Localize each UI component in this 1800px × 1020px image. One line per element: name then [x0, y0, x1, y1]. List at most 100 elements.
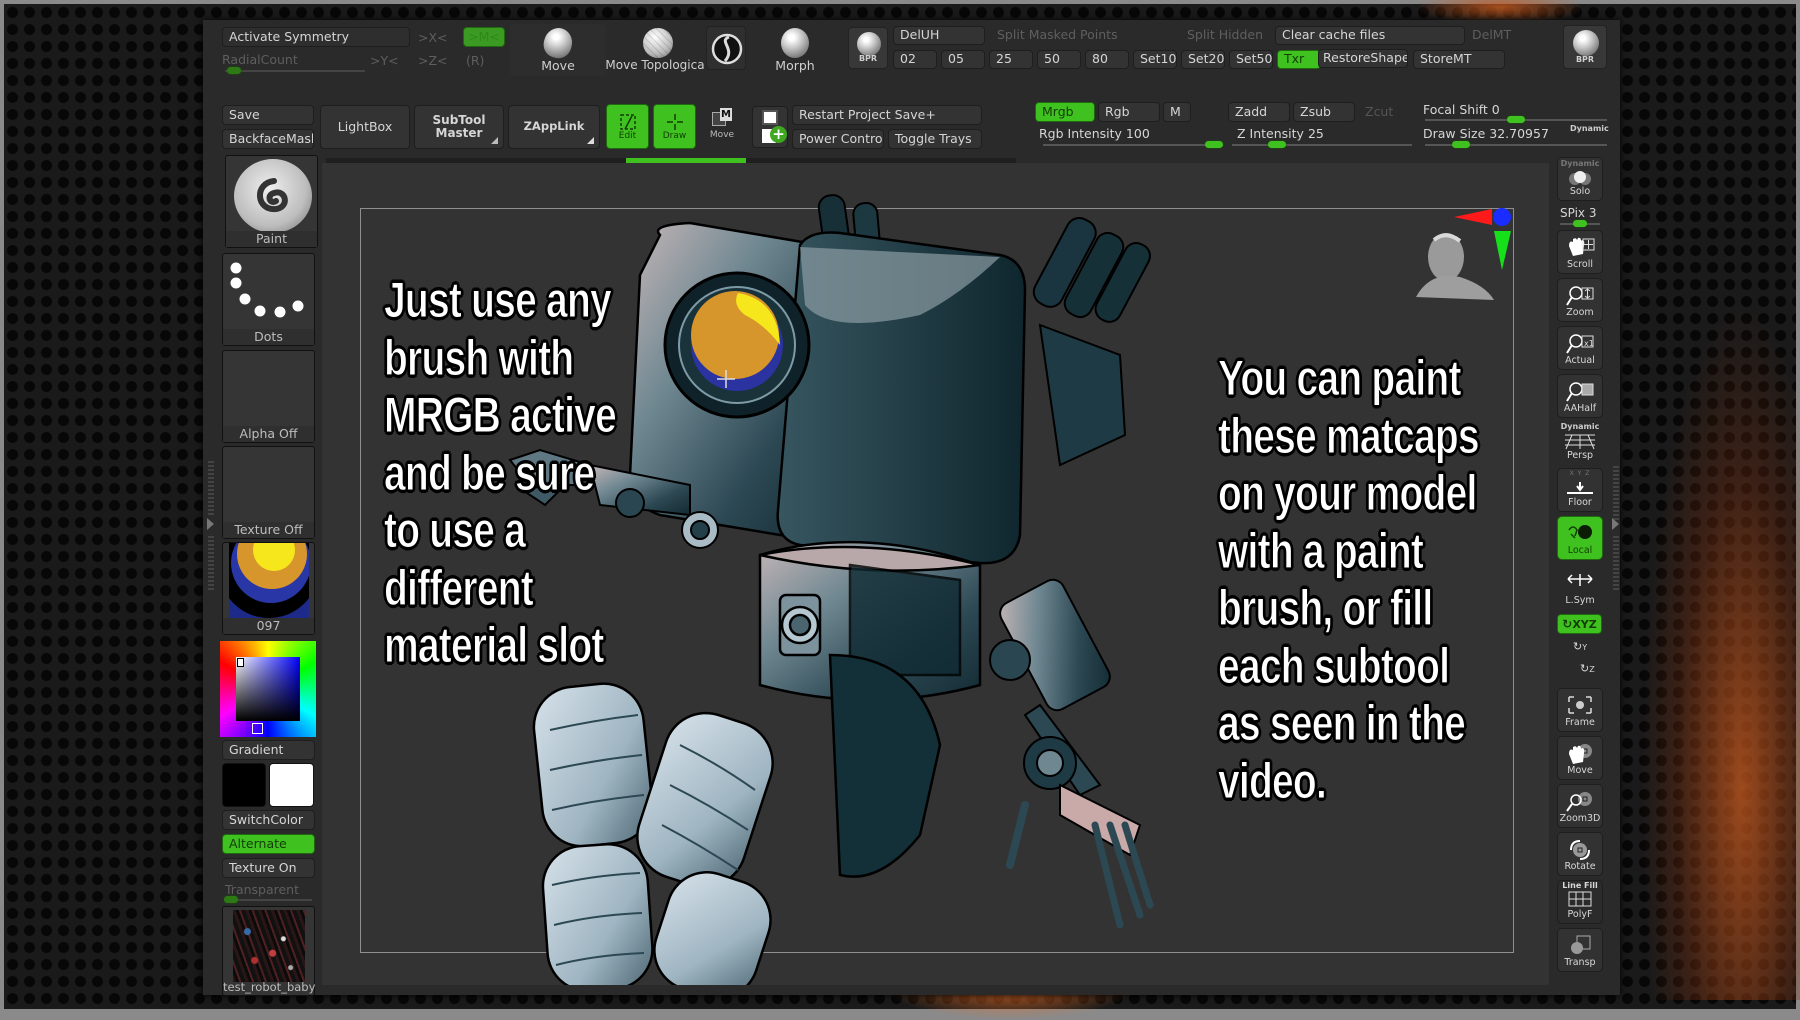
x-symmetry-toggle[interactable]: >X< [418, 30, 448, 45]
z-intensity-slider[interactable] [1232, 141, 1412, 148]
set50-button[interactable]: Set50 [1229, 50, 1273, 69]
dynamic-draw-size-toggle[interactable]: Dynamic [1570, 124, 1609, 133]
solo-button[interactable]: Dynamic Solo [1557, 157, 1603, 201]
restart-project-save-button[interactable]: Restart Project Save+ [792, 105, 982, 125]
frame-button[interactable]: Frame [1557, 688, 1603, 732]
scroll-button[interactable]: Scroll [1557, 230, 1603, 274]
left-tray-handle[interactable] [208, 535, 214, 590]
subtool-master-button[interactable]: SubTool Master [414, 105, 504, 149]
color-saturation-square[interactable] [236, 657, 300, 721]
color-picker-cursor[interactable] [237, 658, 244, 667]
morph-brush-button[interactable]: Morph [750, 24, 840, 76]
slider-knob[interactable] [1452, 141, 1471, 148]
floor-button[interactable]: X Y Z Floor [1557, 468, 1603, 512]
expand-tray-icon[interactable] [1612, 518, 1619, 530]
activate-symmetry-button[interactable]: Activate Symmetry [222, 27, 410, 47]
backface-mask-button[interactable]: BackfaceMask [222, 129, 314, 149]
alpha-selector[interactable]: Alpha Off [222, 350, 315, 443]
toggle-trays-button[interactable]: Toggle Trays [888, 129, 982, 149]
m-material-button[interactable]: M [1163, 102, 1191, 122]
slider-knob[interactable] [1507, 116, 1525, 123]
perspective-button[interactable]: Dynamic Persp [1557, 421, 1603, 465]
alternate-button[interactable]: Alternate [222, 834, 315, 854]
left-tray-handle[interactable] [208, 460, 214, 515]
zadd-button[interactable]: Zadd [1228, 102, 1290, 122]
txr-button[interactable]: Txr [1277, 50, 1321, 69]
color-picker[interactable] [220, 641, 316, 737]
lightbox-button[interactable]: LightBox [320, 105, 410, 149]
secondary-color-swatch[interactable] [269, 763, 314, 807]
right-tray-handle[interactable] [1613, 535, 1619, 590]
bpr-render-button[interactable]: BPR [848, 27, 888, 69]
spix-slider[interactable] [1560, 220, 1600, 227]
rgb-intensity-slider[interactable] [1043, 141, 1223, 148]
slider-knob[interactable] [1205, 141, 1223, 148]
tool-selector[interactable]: test_robot_baby [222, 906, 315, 996]
move-brush-button[interactable]: Move [510, 24, 606, 76]
power-control-button[interactable]: Power Control [792, 129, 884, 149]
zcut-button[interactable]: Zcut [1358, 102, 1420, 122]
move-mode-button[interactable]: M Move [702, 106, 742, 148]
axis-gizmo[interactable] [1450, 207, 1512, 271]
preset-50-button[interactable]: 50 [1037, 50, 1081, 69]
slider-knob[interactable] [1573, 220, 1587, 227]
right-tray-handle[interactable] [1613, 465, 1619, 520]
z-symmetry-toggle[interactable]: >Z< [418, 53, 448, 68]
rgb-button[interactable]: Rgb [1098, 102, 1160, 122]
slider-knob[interactable] [1268, 141, 1286, 148]
zapplink-button[interactable]: ZAppLink [508, 105, 600, 149]
expand-tray-icon[interactable] [207, 518, 214, 530]
radial-count-slider[interactable] [225, 67, 365, 74]
radial-symmetry-toggle[interactable]: (R) [466, 53, 484, 68]
y-symmetry-toggle[interactable]: >Y< [370, 53, 399, 68]
smooth-brush-button[interactable] [706, 26, 746, 70]
actual-size-button[interactable]: x1 Actual [1557, 326, 1603, 370]
transparent-slider[interactable] [224, 896, 312, 903]
del-mt-button[interactable]: DelMT [1472, 27, 1511, 42]
rotate-z-button[interactable]: ↻Z [1580, 662, 1595, 675]
rotate-xyz-button[interactable]: ↻ XYZ [1557, 614, 1602, 634]
restore-shape-button[interactable]: RestoreShape [1318, 49, 1408, 68]
aahalf-button[interactable]: AAHalf [1557, 374, 1603, 418]
del-uh-button[interactable]: DelUH [893, 26, 985, 45]
material-selector[interactable]: 097 [222, 542, 315, 635]
stroke-selector[interactable]: Dots [222, 253, 315, 346]
slider-knob[interactable] [227, 67, 241, 74]
set10-button[interactable]: Set10 [1133, 50, 1177, 69]
zoom-button[interactable]: Zoom [1557, 278, 1603, 322]
bpr-render-button-right[interactable]: BPR [1563, 25, 1607, 69]
edit-mode-button[interactable]: Edit [606, 104, 649, 149]
move-topological-brush-button[interactable]: Move Topologica [605, 24, 705, 76]
brush-selector[interactable]: Paint [225, 155, 318, 248]
set20-button[interactable]: Set20 [1181, 50, 1225, 69]
save-button[interactable]: Save [222, 105, 314, 125]
gradient-button[interactable]: Gradient [222, 740, 315, 760]
transparency-button[interactable]: Transp [1557, 928, 1603, 972]
hue-cursor[interactable] [252, 723, 263, 734]
store-mt-button[interactable]: StoreMT [1413, 50, 1505, 69]
rotate-3d-button[interactable]: Rotate [1557, 832, 1603, 876]
move-3d-button[interactable]: Move [1557, 736, 1603, 780]
preset-05-button[interactable]: 05 [941, 50, 985, 69]
split-masked-points-button[interactable]: Split Masked Points [990, 26, 1160, 45]
m-symmetry-toggle[interactable]: >M< [463, 27, 505, 47]
zsub-button[interactable]: Zsub [1293, 102, 1355, 122]
switch-color-button[interactable]: SwitchColor [222, 810, 315, 830]
mrgb-button[interactable]: Mrgb [1035, 102, 1095, 122]
draw-size-slider[interactable] [1425, 141, 1607, 148]
doc-new-button[interactable]: + [752, 106, 788, 148]
focal-shift-slider[interactable] [1425, 116, 1607, 123]
preset-25-button[interactable]: 25 [989, 50, 1033, 69]
preset-02-button[interactable]: 02 [893, 50, 937, 69]
zoom-3d-button[interactable]: Zoom3D [1557, 784, 1603, 828]
rotate-y-button[interactable]: ↻Y [1573, 640, 1587, 653]
texture-on-button[interactable]: Texture On [222, 858, 315, 878]
texture-selector[interactable]: Texture Off [222, 446, 315, 539]
slider-knob[interactable] [224, 896, 238, 903]
primary-color-swatch[interactable] [222, 763, 266, 807]
preset-80-button[interactable]: 80 [1085, 50, 1129, 69]
local-symmetry-button[interactable]: L.Sym [1557, 566, 1603, 610]
clear-cache-files-button[interactable]: Clear cache files [1275, 26, 1465, 45]
draw-mode-button[interactable]: Draw [653, 104, 696, 149]
local-button[interactable]: Local [1557, 516, 1603, 560]
